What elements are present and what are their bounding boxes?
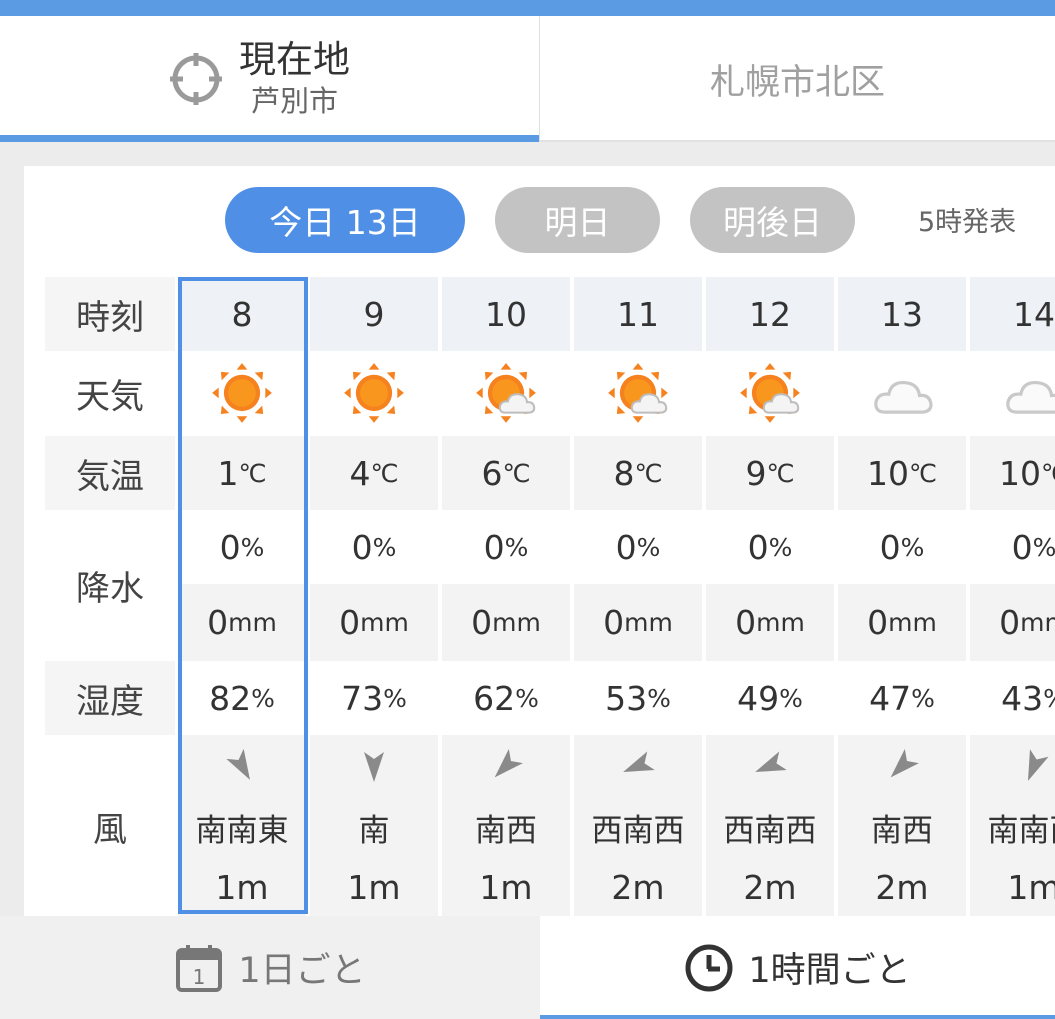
label-precipitation: 降水	[76, 569, 144, 609]
wind-arrow-icon	[838, 735, 966, 797]
temperature-value: 6 ℃	[442, 436, 570, 510]
wind-arrow-icon	[574, 735, 702, 797]
current-location-city: 芦別市	[250, 84, 338, 118]
precip-amount: 0mm	[838, 584, 966, 661]
label-temperature: 気温	[76, 456, 144, 497]
calendar-icon: 1	[176, 944, 223, 992]
humidity-value: 43%	[1001, 678, 1055, 718]
wind-speed: 1m	[442, 857, 570, 917]
wind-speed: 1m	[970, 857, 1055, 917]
precip-probability: 0%	[1011, 527, 1055, 567]
forecast-card: 今日 13日 明日 明後日 5時発表 時刻 天気 気温 降水 湿度 風 8 1 ℃ 0…	[24, 166, 1055, 1019]
wind-arrow-icon	[970, 735, 1055, 797]
tab-hourly[interactable]: 1時間ごと	[540, 916, 1055, 1019]
label-time: 時刻	[76, 297, 144, 338]
wind-speed: 2m	[838, 857, 966, 917]
wind-speed: 1m	[178, 857, 306, 917]
hour-column-10: 10 6 ℃ 0% 0 mm 62% 南西 1m	[442, 277, 570, 917]
precip-amount: 0mm	[706, 584, 834, 661]
humidity-value: 62%	[473, 678, 539, 718]
hour-label: 11	[574, 277, 702, 351]
wind-speed: 2m	[574, 857, 702, 917]
precip-amount: 0mm	[574, 584, 702, 661]
label-wind: 風	[93, 809, 127, 850]
wind-speed: 1m	[310, 857, 438, 917]
wind-arrow-icon	[178, 735, 306, 797]
wind-direction: 南南東	[178, 797, 306, 857]
announcement-time: 5時発表	[918, 207, 1017, 238]
clock-icon	[685, 944, 733, 991]
sunny-icon	[310, 351, 438, 436]
day-tab-today[interactable]: 今日 13日	[225, 187, 465, 253]
tab-hourly-label: 1時間ごと	[748, 951, 911, 991]
temperature-value: 9 ℃	[706, 436, 834, 510]
label-humidity: 湿度	[76, 681, 144, 722]
humidity-value: 53%	[605, 678, 671, 718]
precip-amount: 0mm	[970, 584, 1055, 661]
humidity-value: 82%	[209, 678, 275, 718]
wind-speed: 2m	[706, 857, 834, 917]
wind-direction: 南南西	[970, 797, 1055, 857]
hour-label: 8	[178, 277, 306, 351]
crosshair-icon	[170, 53, 222, 105]
sunny-cloudy-icon	[574, 351, 702, 436]
hourly-grid: 8 1 ℃ 0% 0 mm 82% 南南東 1m 9 4 ℃ 0% 0 mm 73% 南 1m 10 6 ℃ 0% 0 mm 6…	[178, 277, 1055, 917]
location-tabs: 現在地 芦別市 札幌市北区	[0, 16, 1055, 142]
temperature-value: 8 ℃	[574, 436, 702, 510]
hour-column-12: 12 9 ℃ 0% 0 mm 49% 西南西 2m	[706, 277, 834, 917]
hour-column-14: 14 10℃ 0% 0mm 43% 南南西1m	[970, 277, 1055, 917]
precip-probability: 0%	[483, 527, 529, 567]
wind-direction: 南西	[838, 797, 966, 857]
tab-daily[interactable]: 1 1日ごと	[0, 916, 540, 1019]
hour-column-9: 9 4 ℃ 0% 0 mm 73% 南 1m	[310, 277, 438, 917]
temperature-value: 10 ℃	[970, 436, 1055, 510]
hour-column-13: 13 10 ℃ 0% 0 mm 47% 南西 2m	[838, 277, 966, 917]
tab-other-location[interactable]: 札幌市北区	[540, 16, 1055, 142]
svg-text:1: 1	[193, 965, 206, 989]
hour-label: 14	[970, 277, 1055, 351]
sunny-icon	[178, 351, 306, 436]
precip-amount: 0mm	[178, 584, 306, 661]
day-tab-tomorrow[interactable]: 明日	[495, 187, 660, 253]
sunny-cloudy-icon	[706, 351, 834, 436]
wind-direction: 南西	[442, 797, 570, 857]
cloudy-icon	[838, 351, 966, 436]
wind-direction: 西南西	[574, 797, 702, 857]
hour-label: 9	[310, 277, 438, 351]
hour-label: 12	[706, 277, 834, 351]
hour-column-11: 11 8 ℃ 0% 0 mm 53% 西南西 2m	[574, 277, 702, 917]
precip-probability: 0%	[615, 527, 661, 567]
wind-arrow-icon	[310, 735, 438, 797]
tab-current-location[interactable]: 現在地 芦別市	[0, 16, 540, 142]
current-location-names: 現在地 芦別市	[239, 38, 350, 120]
temperature-value: 10 ℃	[838, 436, 966, 510]
wind-arrow-icon	[442, 735, 570, 797]
hour-column-8: 8 1 ℃ 0% 0 mm 82% 南南東 1m	[178, 277, 306, 917]
precip-probability: 0%	[351, 527, 397, 567]
precip-amount: 0mm	[442, 584, 570, 661]
precip-probability: 0%	[747, 527, 793, 567]
sunny-cloudy-icon	[442, 351, 570, 436]
wind-direction: 南	[310, 797, 438, 857]
hour-label: 13	[838, 277, 966, 351]
precip-probability: 0%	[879, 527, 925, 567]
wind-direction: 西南西	[706, 797, 834, 857]
cloudy-icon	[970, 351, 1055, 436]
humidity-value: 49%	[737, 678, 803, 718]
label-weather: 天気	[76, 377, 144, 417]
hour-label: 10	[442, 277, 570, 351]
day-tab-day-after[interactable]: 明後日	[690, 187, 855, 253]
humidity-value: 73%	[341, 678, 407, 718]
bottom-tabs: 1 1日ごと 1時間ごと	[0, 916, 1055, 1019]
precip-probability: 0%	[219, 527, 265, 567]
precip-amount: 0mm	[310, 584, 438, 661]
current-location-title: 現在地	[239, 38, 350, 81]
wind-arrow-icon	[706, 735, 834, 797]
temperature-value: 4 ℃	[310, 436, 438, 510]
humidity-value: 47%	[869, 678, 935, 718]
other-location-name: 札幌市北区	[709, 62, 885, 103]
tab-daily-label: 1日ごと	[238, 951, 366, 991]
temperature-value: 1 ℃	[178, 436, 306, 510]
top-accent-bar	[0, 0, 1055, 16]
